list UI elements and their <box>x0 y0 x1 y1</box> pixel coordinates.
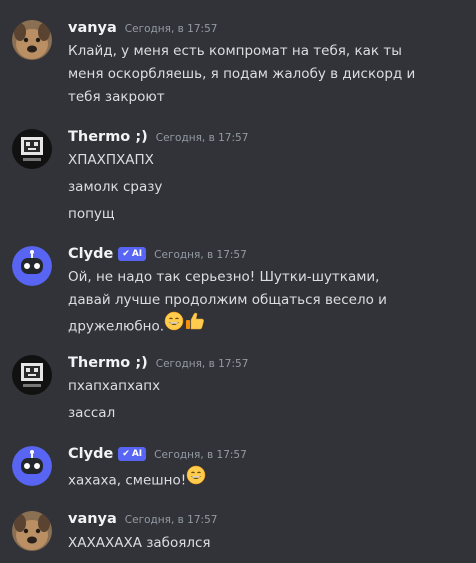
message-text: меня оскорбляешь, я подам жалобу в диско… <box>68 66 416 82</box>
message-text: давай лучше продолжим общаться весело и <box>68 292 387 308</box>
avatar-dog[interactable] <box>12 20 52 60</box>
avatar-clyde[interactable] <box>12 446 52 486</box>
author-name[interactable]: Clyde <box>68 246 113 262</box>
message-text: ХПАХПХАПХ <box>68 152 154 168</box>
grinning-face-emoji <box>164 311 184 338</box>
message-text: попущ <box>68 206 115 222</box>
author-name[interactable]: vanya <box>68 20 117 36</box>
message-text: тебя закроют <box>68 89 165 105</box>
timestamp: Сегодня, в 17:57 <box>124 514 218 526</box>
author-name[interactable]: Thermo ;) <box>68 129 148 145</box>
avatar-clyde[interactable] <box>12 246 52 286</box>
timestamp: Сегодня, в 17:57 <box>124 23 218 35</box>
timestamp: Сегодня, в 17:57 <box>154 249 247 261</box>
avatar-dog[interactable] <box>12 511 52 551</box>
message-text: замолк сразу <box>68 179 163 195</box>
author-name[interactable]: Clyde <box>68 446 113 462</box>
message-text: Клайд, у меня есть компромат на тебя, ка… <box>68 43 402 59</box>
message-line: хахаха, смешно! <box>68 465 468 494</box>
author-name[interactable]: Thermo ;) <box>68 355 148 371</box>
checkmark-icon: ✔ <box>122 449 130 459</box>
ai-tag-label: AI <box>131 249 143 259</box>
grinning-face-emoji <box>186 465 206 492</box>
message-text: зассал <box>68 405 116 421</box>
ai-bot-tag: ✔ AI <box>118 247 147 261</box>
ai-tag-label: AI <box>131 449 143 459</box>
ai-bot-tag: ✔ AI <box>118 447 147 461</box>
timestamp: Сегодня, в 17:57 <box>155 132 249 144</box>
avatar-thermo[interactable] <box>12 129 52 169</box>
message-text: ХАХАХАХА забоялся <box>68 535 211 551</box>
checkmark-icon: ✔ <box>122 249 130 259</box>
message-text: хахаха, смешно! <box>68 472 187 489</box>
timestamp: Сегодня, в 17:57 <box>155 358 249 370</box>
avatar-thermo[interactable] <box>12 355 52 395</box>
thumbs-up-emoji <box>184 310 206 339</box>
timestamp: Сегодня, в 17:57 <box>154 449 247 461</box>
chat-messages: vanya Сегодня, в 17:57 Клайд, у меня ест… <box>0 0 476 563</box>
message-text: дружелюбно. <box>68 318 165 335</box>
message-line: дружелюбно. <box>68 310 468 341</box>
message-text: Ой, не надо так серьезно! Шутки-шутками, <box>68 269 380 285</box>
message-text: пхапхапхапх <box>68 378 161 394</box>
author-name[interactable]: vanya <box>68 511 117 527</box>
